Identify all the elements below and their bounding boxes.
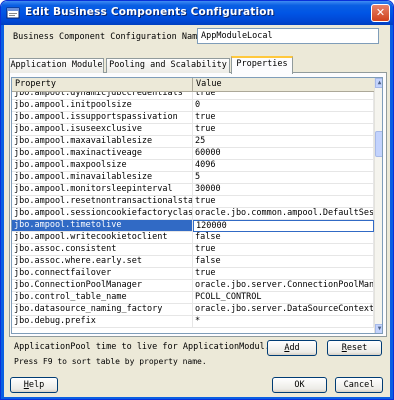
property-name-cell[interactable]: jbo.connectfailover (12, 268, 193, 280)
close-button[interactable]: ✕ (371, 4, 390, 22)
property-value-cell[interactable]: true (193, 196, 374, 208)
property-value-cell[interactable]: true (193, 112, 374, 124)
property-value-cell[interactable]: 0 (193, 100, 374, 112)
property-value-cell[interactable]: PCOLL_CONTROL (193, 292, 374, 304)
table-row[interactable]: jbo.ampool.sessioncookiefactoryclass orac… (12, 208, 374, 220)
app-window-icon (6, 7, 20, 19)
window-border-right (390, 25, 393, 399)
table-row[interactable]: jbo.ampool.minavailablesize 5 (12, 172, 374, 184)
properties-table: Property Value jbo.ampool.dynamicjdbccre… (11, 77, 383, 334)
property-name-cell[interactable]: jbo.ampool.maxinactiveage (12, 148, 193, 160)
dialog-window: Edit Business Components Configuration ✕… (0, 0, 394, 400)
property-value-cell[interactable]: 25 (193, 136, 374, 148)
table-row[interactable]: jbo.datasource_naming_factory oracle.jbo.… (12, 304, 374, 316)
property-value-cell[interactable]: * (193, 316, 374, 328)
property-value-cell[interactable]: 4096 (193, 160, 374, 172)
table-row[interactable]: jbo.ampool.dynamicjdbccredentials true (12, 92, 374, 100)
property-name-cell[interactable]: jbo.ampool.resetnontransactionalstate (12, 196, 193, 208)
property-value-cell[interactable]: true (193, 124, 374, 136)
cancel-button[interactable]: Cancel (335, 377, 383, 393)
table-row[interactable]: jbo.ampool.initpoolsize 0 (12, 100, 374, 112)
table-row[interactable]: jbo.ConnectionPoolManager oracle.jbo.serv… (12, 280, 374, 292)
scroll-thumb[interactable] (375, 131, 382, 157)
property-value-cell[interactable]: 120000 (193, 220, 374, 232)
property-value-cell[interactable]: oracle.jbo.common.ampool.DefaultSess... (193, 208, 374, 220)
table-row[interactable]: jbo.ampool.resetnontransactionalstate tru… (12, 196, 374, 208)
property-value-cell[interactable]: 60000 (193, 148, 374, 160)
property-name-cell[interactable]: jbo.assoc.where.early.set (12, 256, 193, 268)
window-title: Edit Business Components Configuration (25, 6, 275, 18)
property-value-cell[interactable]: false (193, 232, 374, 244)
table-row[interactable]: jbo.ampool.maxinactiveage 60000 (12, 148, 374, 160)
help-label: elp (28, 380, 45, 390)
table-body: jbo.ampool.dynamicjdbccredentials true jbo… (12, 92, 374, 333)
add-label: dd (289, 343, 300, 353)
table-row[interactable]: jbo.ampool.maxpoolsize 4096 (12, 160, 374, 172)
reset-label: eset (346, 343, 368, 353)
window-border-left (1, 25, 4, 399)
property-value-cell[interactable]: true (193, 92, 374, 100)
property-value-cell[interactable]: true (193, 244, 374, 256)
add-button[interactable]: Add (267, 340, 317, 356)
table-row[interactable]: jbo.connectfailover true (12, 268, 374, 280)
table-row[interactable]: jbo.ampool.maxavailablesize 25 (12, 136, 374, 148)
table-row[interactable]: jbo.ampool.writecookietoclient false (12, 232, 374, 244)
config-name-input[interactable]: AppModuleLocal (197, 28, 379, 44)
column-header-value[interactable]: Value (193, 78, 374, 92)
property-name-cell[interactable]: jbo.ampool.maxavailablesize (12, 136, 193, 148)
property-name-cell[interactable]: jbo.ampool.initpoolsize (12, 100, 193, 112)
scroll-up-arrow-icon[interactable]: ▲ (375, 78, 382, 88)
tab-pooling-and-scalability[interactable]: Pooling and Scalability (106, 58, 230, 73)
tab-strip: Application Module Pooling and Scalabili… (9, 56, 389, 74)
table-header: Property Value (12, 78, 374, 92)
property-name-cell[interactable]: jbo.ampool.isuseexclusive (12, 124, 193, 136)
tab-properties[interactable]: Properties (231, 56, 293, 74)
property-value-cell[interactable]: 5 (193, 172, 374, 184)
help-button[interactable]: Help (10, 377, 58, 393)
property-name-cell[interactable]: jbo.ampool.minavailablesize (12, 172, 193, 184)
column-header-property[interactable]: Property (12, 78, 193, 92)
scroll-down-arrow-icon[interactable]: ▼ (375, 324, 382, 333)
property-name-cell[interactable]: jbo.ampool.writecookietoclient (12, 232, 193, 244)
table-row[interactable]: jbo.debug.prefix * (12, 316, 374, 328)
table-row[interactable]: jbo.control_table_name PCOLL_CONTROL (12, 292, 374, 304)
property-name-cell[interactable]: jbo.debug.prefix (12, 316, 193, 328)
property-name-cell[interactable]: jbo.ampool.timetolive (12, 220, 193, 232)
tab-application-module[interactable]: Application Module (9, 58, 104, 73)
property-value-cell[interactable]: oracle.jbo.server.ConnectionPoolMana... (193, 280, 374, 292)
property-name-cell[interactable]: jbo.ampool.issupportspassivation (12, 112, 193, 124)
property-name-cell[interactable]: jbo.ampool.maxpoolsize (12, 160, 193, 172)
property-value-cell[interactable]: true (193, 268, 374, 280)
property-value-cell[interactable]: 30000 (193, 184, 374, 196)
property-name-cell[interactable]: jbo.assoc.consistent (12, 244, 193, 256)
table-row[interactable]: jbo.ampool.monitorsleepinterval 30000 (12, 184, 374, 196)
property-name-cell[interactable]: jbo.control_table_name (12, 292, 193, 304)
ok-button[interactable]: OK (272, 377, 327, 393)
reset-button[interactable]: Reset (327, 340, 382, 356)
table-row[interactable]: jbo.assoc.consistent true (12, 244, 374, 256)
property-name-cell[interactable]: jbo.ConnectionPoolManager (12, 280, 193, 292)
property-name-cell[interactable]: jbo.datasource_naming_factory (12, 304, 193, 316)
table-row[interactable]: jbo.ampool.isuseexclusive true (12, 124, 374, 136)
close-icon: ✕ (375, 6, 386, 19)
vertical-scrollbar[interactable]: ▲ ▼ (374, 78, 382, 333)
property-name-cell[interactable]: jbo.ampool.dynamicjdbccredentials (12, 92, 193, 100)
table-row[interactable]: jbo.ampool.timetolive 120000 (12, 220, 374, 232)
property-value-cell[interactable]: oracle.jbo.server.DataSourceContextF... (193, 304, 374, 316)
property-name-cell[interactable]: jbo.ampool.sessioncookiefactoryclass (12, 208, 193, 220)
table-row[interactable]: jbo.ampool.issupportspassivation true (12, 112, 374, 124)
sort-hint: Press F9 to sort table by property name. (14, 357, 207, 366)
title-bar[interactable]: Edit Business Components Configuration ✕ (1, 1, 393, 25)
table-row[interactable]: jbo.assoc.where.early.set false (12, 256, 374, 268)
config-name-label: Business Component Configuration Name: (13, 32, 208, 42)
property-description: ApplicationPool time to live for Applica… (14, 342, 281, 352)
property-value-cell[interactable]: false (193, 256, 374, 268)
property-name-cell[interactable]: jbo.ampool.monitorsleepinterval (12, 184, 193, 196)
